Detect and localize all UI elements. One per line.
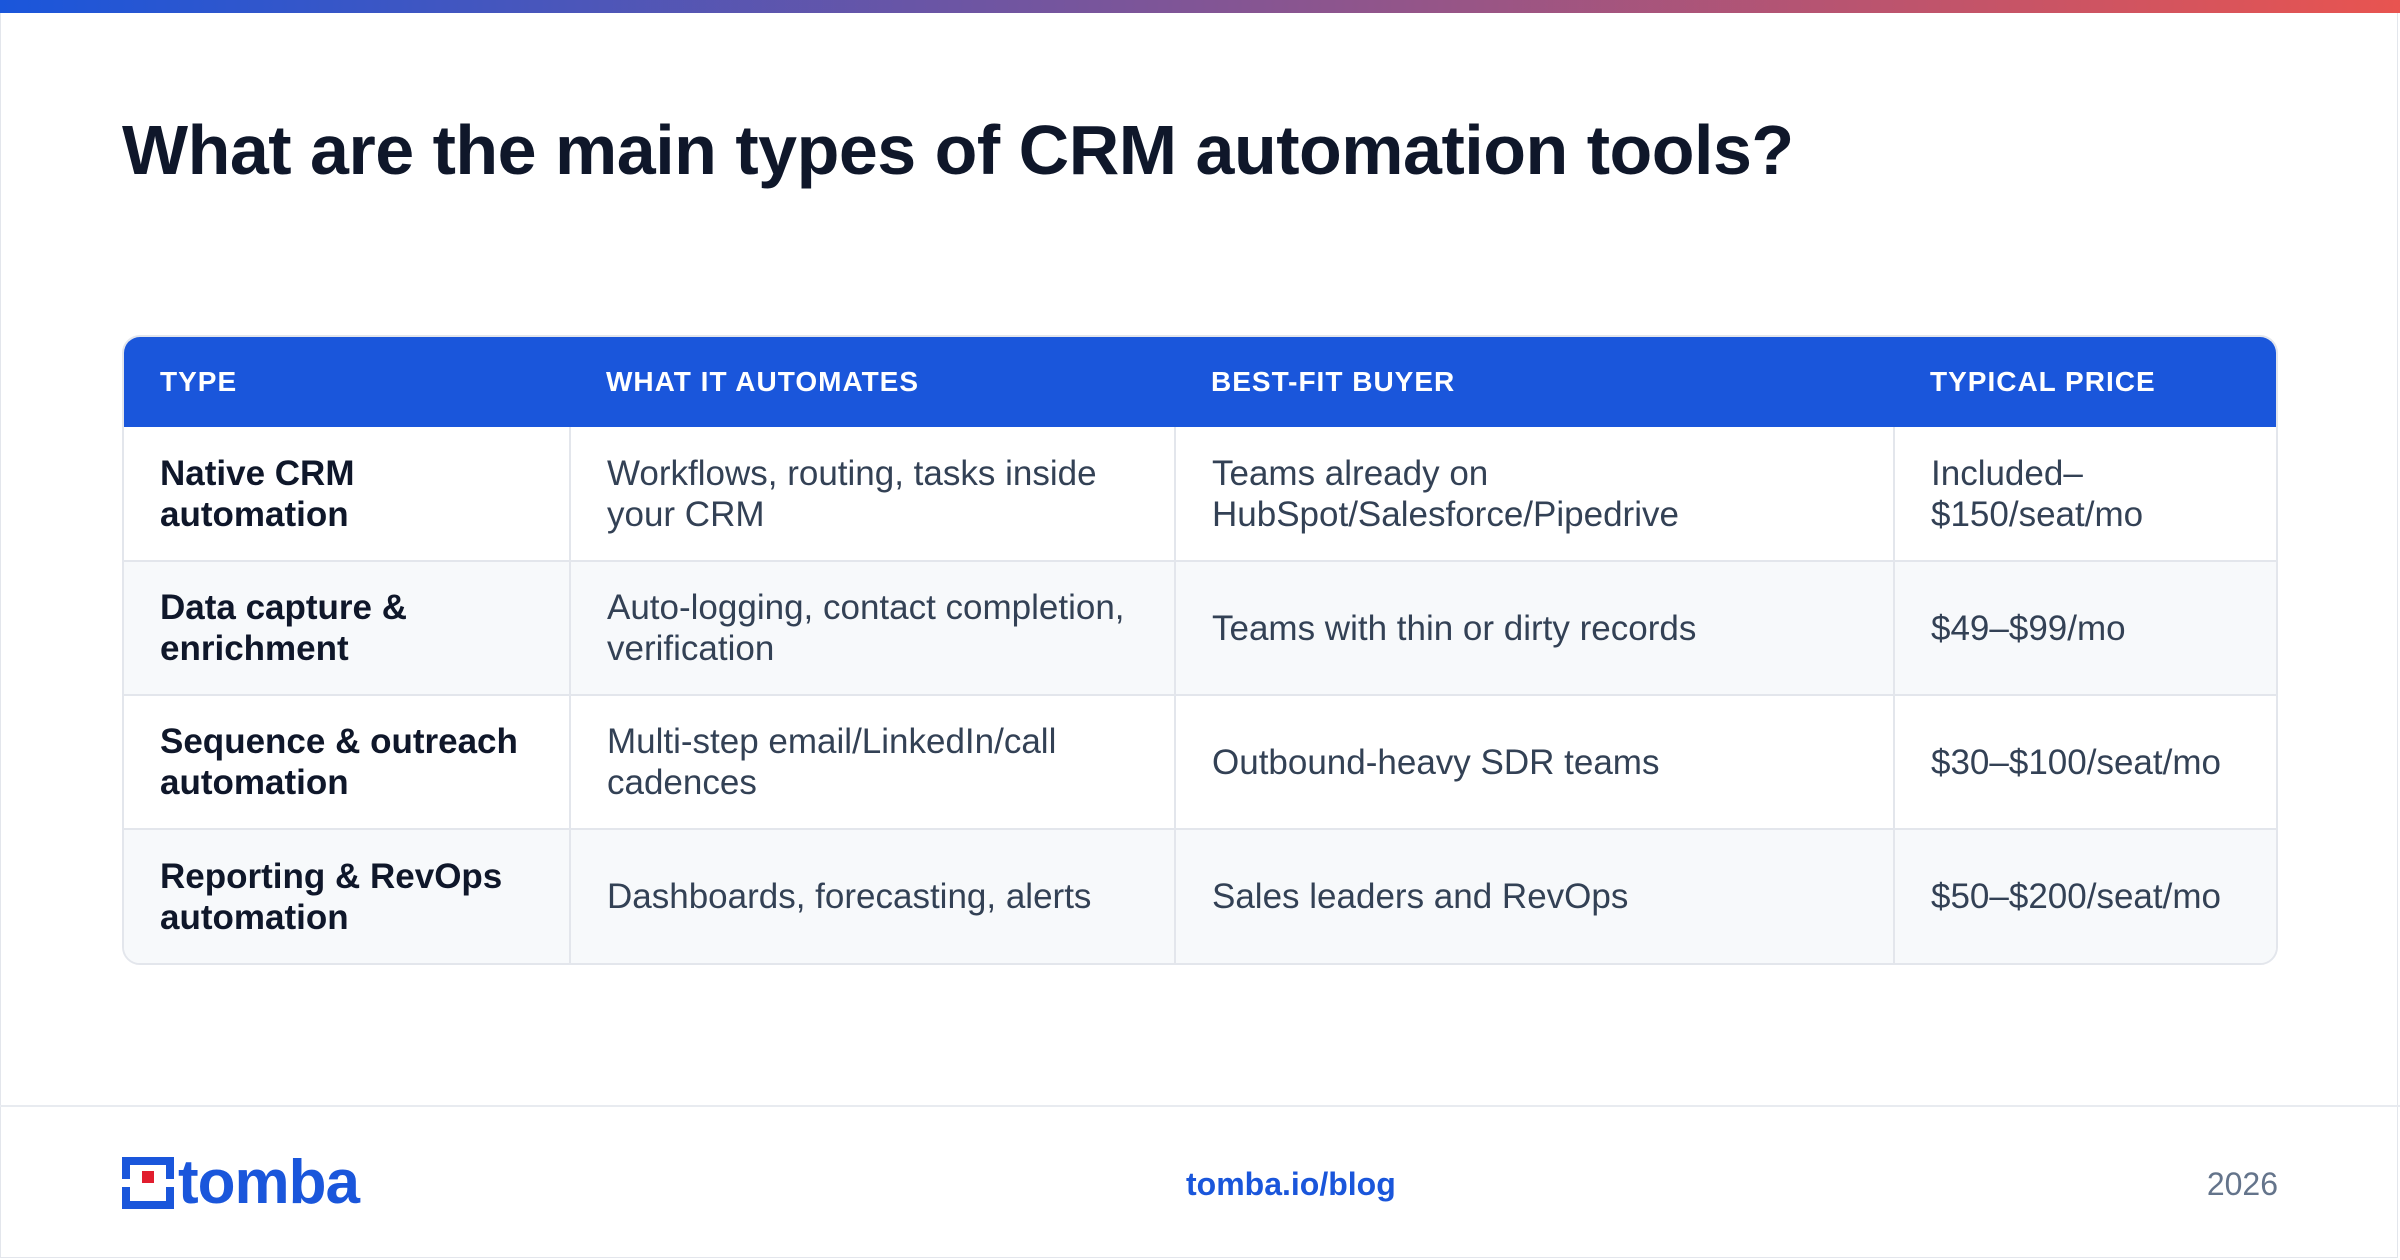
comparison-table: TYPE WHAT IT AUTOMATES BEST-FIT BUYER TY…: [122, 335, 2278, 965]
type-cell: Reporting & RevOps automation: [124, 828, 570, 963]
tomba-logo[interactable]: tomba: [122, 1148, 360, 1217]
automates-cell: Auto-logging, contact completion, verifi…: [569, 560, 1175, 695]
price-cell: Included–$150/seat/mo: [1893, 427, 2276, 561]
type-cell: Data capture & enrichment: [124, 560, 570, 695]
top-gradient-bar: [0, 0, 2400, 13]
table-row: Reporting & RevOps automation Dashboards…: [124, 828, 2276, 963]
automates-cell: Dashboards, forecasting, alerts: [569, 828, 1175, 963]
header-best-fit-buyer: BEST-FIT BUYER: [1211, 366, 1456, 397]
buyer-cell: Teams already on HubSpot/Salesforce/Pipe…: [1174, 427, 1894, 561]
blog-link[interactable]: tomba.io/blog: [1186, 1166, 1396, 1203]
buyer-cell: Sales leaders and RevOps: [1174, 828, 1894, 963]
type-cell: Native CRM automation: [160, 453, 355, 534]
tomba-logo-icon: [122, 1157, 174, 1209]
table-row: Data capture & enrichment Auto-logging, …: [124, 560, 2276, 695]
header-type: TYPE: [160, 366, 238, 397]
footer-divider: [0, 1105, 2400, 1107]
price-cell: $50–$200/seat/mo: [1893, 828, 2276, 963]
footer-year: 2026: [2206, 1166, 2278, 1202]
header-typical-price: TYPICAL PRICE: [1930, 366, 2156, 397]
table-row: Sequence & outreach automation Multi-ste…: [124, 694, 2276, 829]
type-cell: Sequence & outreach automation: [124, 694, 570, 829]
header-what-it-automates: WHAT IT AUTOMATES: [606, 366, 920, 397]
buyer-cell: Teams with thin or dirty records: [1174, 560, 1894, 695]
table-row: Native CRM automation Workflows, routing…: [124, 427, 2276, 561]
buyer-cell: Outbound-heavy SDR teams: [1174, 694, 1894, 829]
price-cell: $30–$100/seat/mo: [1893, 694, 2276, 829]
table-header-row: TYPE WHAT IT AUTOMATES BEST-FIT BUYER TY…: [124, 337, 2276, 427]
logo-wordmark: tomba: [178, 1148, 360, 1217]
automates-cell: Multi-step email/LinkedIn/call cadences: [569, 694, 1175, 829]
page-title: What are the main types of CRM automatio…: [122, 111, 1794, 189]
price-cell: $49–$99/mo: [1893, 560, 2276, 695]
automates-cell: Workflows, routing, tasks inside your CR…: [569, 427, 1175, 561]
